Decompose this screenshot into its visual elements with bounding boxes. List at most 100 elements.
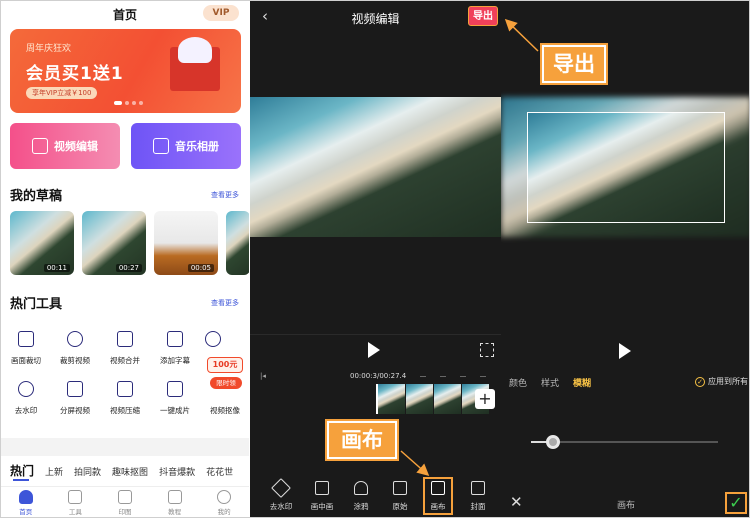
tool-split-screen[interactable]: 分屏视频 [50, 381, 100, 416]
check-circle-icon: ✓ [695, 376, 705, 387]
confirm-button[interactable]: ✓ [725, 492, 747, 514]
draft-duration: 00:11 [43, 264, 70, 272]
tool-trim[interactable]: 裁剪视频 [50, 331, 100, 366]
banner-dots [114, 101, 143, 105]
section-divider [1, 438, 249, 456]
timeline-tick [420, 376, 426, 377]
tool-label: 视频合并 [110, 356, 140, 365]
canvas-callout: 画布 [327, 421, 397, 459]
tool-label: 裁剪视频 [60, 356, 90, 365]
tool-crop[interactable]: 画面裁切 [1, 331, 51, 366]
coupon-amount: 100元 [207, 357, 243, 373]
tab-new[interactable]: 上新 [45, 465, 63, 478]
play-icon[interactable] [368, 342, 380, 358]
film-icon [167, 381, 183, 397]
compress-icon [117, 381, 133, 397]
tab-same-style[interactable]: 拍同款 [74, 465, 101, 478]
tool-doodle[interactable]: 涂鸦 [341, 481, 381, 512]
split-screen-icon [67, 381, 83, 397]
banner-line3: 享年VIP立减￥100 [26, 87, 98, 99]
draft-duration: 00:27 [115, 264, 142, 272]
tab-douyin[interactable]: 抖音爆款 [159, 465, 195, 478]
tool-one-click[interactable]: 一键成片 [150, 381, 200, 416]
home-screen: 首页 VIP 周年庆狂欢 会员买1送1 享年VIP立减￥100 视频编辑 音乐相… [1, 1, 249, 517]
blur-slider-knob[interactable] [546, 435, 561, 449]
tab-color[interactable]: 颜色 [509, 376, 527, 389]
nav-label: 我的 [217, 508, 231, 516]
crop-icon [18, 331, 34, 347]
tool-original[interactable]: 原始 [380, 481, 420, 512]
canvas-editor-screen: 颜色 样式 模糊 ✓ 应用到所有 ✕ 画布 ✓ [501, 1, 749, 517]
draft-thumbnail[interactable]: 00:05 [154, 211, 218, 275]
nav-tutorial[interactable]: 教程 [155, 487, 195, 517]
coupon-promo[interactable]: 100元 限时领 [207, 357, 245, 397]
active-tab-indicator [13, 479, 29, 481]
music-album-button[interactable]: 音乐相册 [131, 123, 241, 169]
tab-flower[interactable]: 花花世 [206, 465, 233, 478]
clip-frame [434, 384, 461, 414]
apply-to-all-toggle[interactable]: ✓ 应用到所有 [695, 376, 748, 387]
tool-label: 视频压缩 [110, 406, 140, 415]
tool-sticker[interactable] [200, 331, 226, 355]
tool-label: 去水印 [14, 406, 38, 415]
tool-remove-watermark[interactable]: 去水印 [261, 478, 301, 512]
timeline-tick [460, 376, 466, 377]
apply-to-all-label: 应用到所有 [708, 377, 748, 386]
tool-label: 添加字幕 [160, 356, 190, 365]
editor-title: 视频编辑 [351, 12, 400, 26]
home-icon [18, 490, 33, 504]
user-icon [217, 490, 232, 504]
promo-banner[interactable]: 周年庆狂欢 会员买1送1 享年VIP立减￥100 [10, 29, 241, 113]
draft-thumbnail[interactable]: 00:27 [82, 211, 146, 275]
fullscreen-icon[interactable] [480, 343, 494, 357]
tool-cover[interactable]: 封面 [458, 481, 498, 512]
nav-mine[interactable]: 我的 [204, 487, 244, 517]
play-icon[interactable] [619, 343, 631, 359]
drafts-list: 00:11 00:27 00:05 [10, 211, 249, 275]
tool-label: 画面裁切 [11, 356, 41, 365]
nav-tools[interactable]: 工具 [55, 487, 95, 517]
play-box-icon [167, 490, 182, 504]
draft-thumbnail[interactable] [226, 211, 249, 275]
tool-remove-watermark[interactable]: 去水印 [1, 381, 51, 416]
tools-see-more-link[interactable]: 查看更多 [211, 298, 239, 308]
export-button[interactable]: 导出 [468, 6, 498, 26]
coupon-claim-button[interactable]: 限时领 [210, 377, 242, 389]
eraser-icon [271, 478, 291, 498]
sticker-icon [205, 331, 221, 347]
screenshot-root: 首页 VIP 周年庆狂欢 会员买1送1 享年VIP立减￥100 视频编辑 音乐相… [0, 0, 750, 518]
tool-merge[interactable]: 视频合并 [100, 331, 150, 366]
vip-badge[interactable]: VIP [203, 5, 239, 21]
drafts-see-more-link[interactable]: 查看更多 [211, 190, 239, 200]
timeline-tick [480, 376, 486, 377]
clip-frame [406, 384, 433, 414]
add-clip-button[interactable]: + [475, 389, 495, 409]
video-foreground[interactable] [527, 112, 725, 223]
tool-label: 去水印 [269, 502, 293, 511]
video-preview[interactable] [250, 97, 501, 237]
draft-thumbnail[interactable]: 00:11 [10, 211, 74, 275]
cover-icon [471, 481, 485, 495]
tab-blur[interactable]: 模糊 [573, 376, 591, 389]
tool-pip[interactable]: 画中画 [302, 481, 342, 512]
brush-icon [354, 481, 368, 495]
tab-hot[interactable]: 热门 [10, 462, 34, 479]
nav-print[interactable]: 印图 [105, 487, 145, 517]
pip-icon [315, 481, 329, 495]
tool-compress[interactable]: 视频压缩 [100, 381, 150, 416]
nav-home[interactable]: 首页 [6, 487, 46, 517]
nav-label: 首页 [19, 508, 33, 516]
timeline-start-marker: |◂ [260, 372, 266, 380]
text-icon [167, 331, 183, 347]
nav-label: 工具 [68, 508, 82, 516]
tab-fun-cutout[interactable]: 趣味抠图 [112, 465, 148, 478]
tools-heading: 热门工具 [10, 297, 63, 312]
image-icon [153, 138, 169, 154]
tool-label: 视频抠像 [210, 406, 240, 415]
tool-subtitle[interactable]: 添加字幕 [150, 331, 200, 366]
cube-icon [68, 490, 83, 504]
tab-style[interactable]: 样式 [541, 376, 559, 389]
tool-label: 涂鸦 [353, 502, 369, 511]
banner-line1: 周年庆狂欢 [26, 44, 72, 54]
video-edit-button[interactable]: 视频编辑 [10, 123, 120, 169]
